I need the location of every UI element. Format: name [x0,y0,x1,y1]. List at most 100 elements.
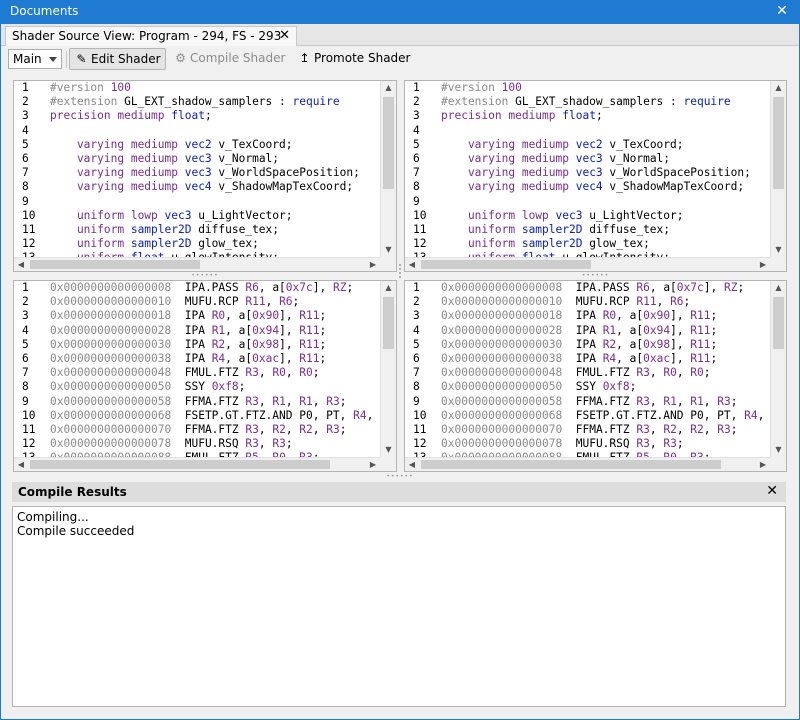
code-token: , [258,366,273,380]
code-token: vec4 [575,180,603,194]
horizontal-scroll-thumb[interactable] [30,260,200,269]
code-token: precision [441,109,509,123]
scroll-up-icon[interactable]: ▲ [771,281,786,295]
splitter-handle-vertical[interactable] [398,262,402,282]
scrollbar-corner [770,457,786,471]
line-number: 5 [413,137,420,151]
scroll-down-icon[interactable]: ▼ [771,243,786,257]
scroll-left-icon[interactable]: ◀ [14,258,28,271]
splitter-handle-results[interactable]: •••••• [13,474,787,480]
vertical-scroll-thumb[interactable] [383,297,394,349]
scroll-right-icon[interactable]: ▶ [756,258,770,271]
compile-shader-label: Compile Shader [190,51,286,65]
code-token: mediump [117,109,172,123]
code-token: , [649,437,664,451]
horizontal-scroll-thumb[interactable] [30,460,330,469]
scroll-down-icon[interactable]: ▼ [381,443,396,457]
scroll-up-icon[interactable]: ▲ [381,81,396,95]
entry-point-select[interactable]: Main [8,49,62,69]
gears-icon: ⚙ [175,51,186,65]
tab-shader-source-view[interactable]: Shader Source View: Program - 294, FS - … [5,26,297,46]
code-token: ; [710,351,718,365]
horizontal-scrollbar[interactable]: ◀ ▶ [14,257,380,271]
code-text: #version 100 [50,81,131,95]
entry-point-value: Main [13,52,42,66]
code-text: 0x0000000000000028 IPA R1, a[0x94], R11; [441,324,717,338]
code-line: 7 varying mediump vec3 v_WorldSpacePosit… [405,166,770,180]
scroll-left-icon[interactable]: ◀ [405,258,419,271]
scroll-right-icon[interactable]: ▶ [756,458,770,471]
code-line: 6 varying mediump vec3 v_Normal; [14,152,380,166]
horizontal-scrollbar[interactable]: ◀ ▶ [405,457,770,471]
vertical-scrollbar[interactable]: ▲ ▼ [770,281,786,457]
code-token: R0 [272,366,286,380]
vertical-scroll-thumb[interactable] [383,97,394,189]
code-line: 3 precision mediump float; [405,109,770,123]
edited-source-editor[interactable]: 1 #version 100 2 #extension GL_EXT_shadow_s… [404,80,787,272]
instruction-address: 0x0000000000000058 [50,394,172,408]
splitter-handle-left[interactable]: •••••• [13,273,397,279]
code-line: 10 uniform lowp vec3 u_LightVector; [405,209,770,223]
scroll-up-icon[interactable]: ▲ [381,281,396,295]
code-token: MUFU.RCP [575,295,637,309]
instruction-address: 0x0000000000000070 [441,422,563,436]
promote-shader-label: Promote Shader [314,51,411,65]
scroll-right-icon[interactable]: ▶ [366,258,380,271]
code-token: R4 [211,351,226,365]
code-token: , [703,394,718,408]
scroll-left-icon[interactable]: ◀ [405,458,419,471]
line-number: 9 [22,194,29,208]
scroll-left-icon[interactable]: ◀ [14,458,28,471]
scroll-down-icon[interactable]: ▼ [381,243,396,257]
code-token: R3 [245,437,259,451]
code-token: R0 [211,309,226,323]
instruction-address: 0x0000000000000028 [50,323,172,337]
horizontal-scroll-thumb[interactable] [421,260,591,269]
compile-shader-button[interactable]: ⚙ Compile Shader [169,48,289,70]
code-token: mediump [130,166,185,180]
code-token: R11 [690,337,711,351]
code-text: 0x0000000000000008 IPA.PASS R6, a[0x7c],… [441,281,744,295]
window-titlebar: Documents ✕ [0,0,800,24]
code-token: 0x7c [285,281,313,294]
splitter-handle-right[interactable]: •••••• [404,273,787,279]
original-source-editor[interactable]: 1 #version 100 2 #extension GL_EXT_shadow_s… [13,80,397,272]
line-number: 10 [413,408,427,422]
code-token: R1 [690,394,704,408]
vertical-scroll-thumb[interactable] [773,297,784,349]
code-token: R4 [353,408,367,422]
line-number: 3 [413,109,420,123]
instruction-address: 0x0000000000000078 [50,437,172,451]
code-token: ; [683,295,691,309]
promote-shader-button[interactable]: ↥ Promote Shader [293,48,414,70]
code-line: 11 0x0000000000000070 FFMA.FTZ R3, R2, R2… [14,423,380,437]
vertical-scrollbar[interactable]: ▲ ▼ [380,81,396,257]
instruction-address: 0x0000000000000068 [50,408,172,422]
vertical-scrollbar[interactable]: ▲ ▼ [770,81,786,257]
instruction-address: 0x0000000000000010 [441,295,563,309]
tab-close-icon[interactable]: ✕ [279,28,290,43]
code-line: 2 0x0000000000000010 MUFU.RCP R11, R6; [14,295,380,309]
scroll-down-icon[interactable]: ▼ [771,443,786,457]
compile-results-output[interactable]: Compiling... Compile succeeded [12,506,786,707]
edited-disassembly-editor[interactable]: 1 0x0000000000000008 IPA.PASS R6, a[0x7c]… [404,280,787,472]
horizontal-scrollbar[interactable]: ◀ ▶ [405,257,770,271]
vertical-scroll-thumb[interactable] [773,97,784,189]
compile-results-close-icon[interactable]: ✕ [766,483,778,499]
code-token: IPA [575,337,603,351]
scroll-up-icon[interactable]: ▲ [771,81,786,95]
code-token: FMUL.FTZ [184,366,246,380]
horizontal-scrollbar[interactable]: ◀ ▶ [14,457,380,471]
line-number: 2 [413,95,420,109]
line-number: 12 [22,437,36,451]
code-token: vec2 [184,137,212,151]
code-text: 0x0000000000000038 IPA R4, a[0xac], R11; [441,352,717,366]
scroll-right-icon[interactable]: ▶ [366,458,380,471]
code-token: R11 [690,351,711,365]
vertical-scrollbar[interactable]: ▲ ▼ [380,281,396,457]
line-number: 2 [413,295,420,309]
original-disassembly-editor[interactable]: 1 0x0000000000000008 IPA.PASS R6, a[0x7c]… [13,280,397,472]
horizontal-scroll-thumb[interactable] [421,460,721,469]
window-close-icon[interactable]: ✕ [774,3,790,19]
edit-shader-button[interactable]: ✎ Edit Shader [69,48,166,70]
